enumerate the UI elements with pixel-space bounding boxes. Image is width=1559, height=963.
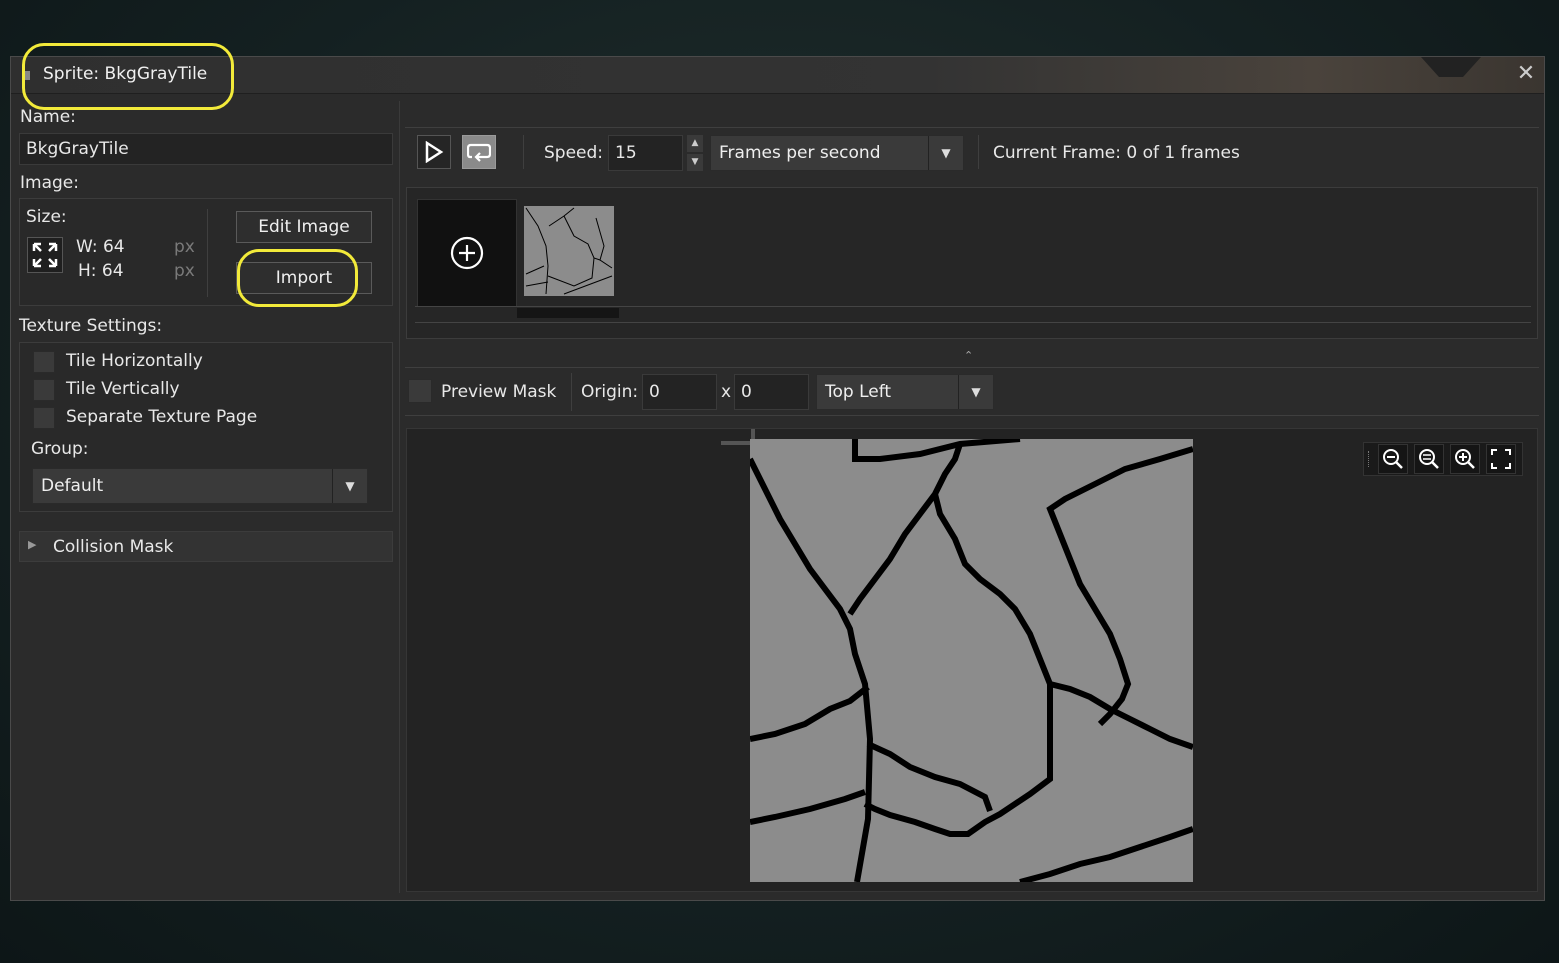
zoom-toolbar bbox=[1363, 442, 1523, 476]
texture-settings-label: Texture Settings: bbox=[19, 316, 163, 336]
origin-x-input[interactable]: 0 bbox=[642, 374, 717, 410]
chevron-down-icon[interactable]: ▼ bbox=[332, 469, 367, 503]
chevron-up-icon[interactable]: ▲ bbox=[687, 135, 703, 152]
speed-unit-value: Frames per second bbox=[719, 143, 881, 163]
speed-label: Speed: bbox=[544, 143, 604, 163]
size-label: Size: bbox=[26, 207, 67, 227]
tile-horizontally-checkbox[interactable] bbox=[33, 351, 55, 373]
sprite-editor-window: Sprite: BkgGrayTile ✕ Name: BkgGrayTile … bbox=[10, 56, 1545, 901]
title-notch bbox=[1421, 57, 1481, 77]
add-frame-button[interactable] bbox=[417, 199, 517, 307]
preview-mask-label: Preview Mask bbox=[441, 382, 557, 402]
chevron-down-icon[interactable]: ▼ bbox=[687, 154, 703, 171]
fit-to-screen-icon[interactable] bbox=[1486, 444, 1516, 474]
title-bar[interactable]: Sprite: BkgGrayTile ✕ bbox=[11, 57, 1544, 94]
origin-label: Origin: bbox=[581, 382, 639, 402]
mask-bar-bottom-line bbox=[405, 415, 1539, 416]
grip-icon[interactable] bbox=[1368, 451, 1372, 467]
play-button[interactable] bbox=[417, 135, 451, 169]
chevron-down-icon[interactable]: ▼ bbox=[928, 136, 963, 170]
speed-input[interactable]: 15 bbox=[608, 135, 683, 171]
current-frame-label: Current Frame: 0 of 1 frames bbox=[993, 143, 1240, 163]
toolbar-divider-1 bbox=[523, 135, 524, 169]
timeline-line bbox=[415, 306, 1531, 307]
name-label: Name: bbox=[20, 107, 76, 127]
sprite-canvas[interactable] bbox=[406, 428, 1538, 892]
origin-preset-value: Top Left bbox=[825, 382, 892, 402]
toolbar-top-line bbox=[405, 127, 1539, 128]
group-dropdown[interactable]: Default ▼ bbox=[32, 468, 368, 504]
speed-unit-dropdown[interactable]: Frames per second ▼ bbox=[710, 135, 964, 171]
image-label: Image: bbox=[20, 173, 79, 193]
collision-mask-label: Collision Mask bbox=[53, 537, 174, 557]
loop-button[interactable] bbox=[462, 135, 496, 169]
timeline-playhead[interactable] bbox=[517, 308, 619, 318]
name-input[interactable]: BkgGrayTile bbox=[19, 133, 393, 165]
sprite-image bbox=[747, 436, 1194, 885]
mask-bar-divider bbox=[571, 373, 572, 411]
frame-strip bbox=[406, 187, 1538, 339]
edit-image-button[interactable]: Edit Image bbox=[236, 211, 372, 243]
frame-thumbnail[interactable] bbox=[524, 206, 614, 296]
origin-y-input[interactable]: 0 bbox=[734, 374, 809, 410]
plus-circle-icon bbox=[450, 236, 484, 270]
collision-mask-section[interactable]: ▶ Collision Mask bbox=[19, 531, 393, 562]
width-readout: W: 64 bbox=[76, 237, 125, 257]
origin-x-separator: x bbox=[721, 382, 732, 402]
separate-texture-page-label: Separate Texture Page bbox=[66, 407, 258, 427]
height-unit: px bbox=[174, 261, 195, 281]
texture-settings-panel: Tile Horizontally Tile Vertically Separa… bbox=[19, 342, 393, 512]
width-unit: px bbox=[174, 237, 195, 257]
import-highlight-annotation bbox=[237, 249, 358, 307]
size-divider bbox=[207, 209, 208, 297]
tile-vertically-label: Tile Vertically bbox=[66, 379, 180, 399]
collapse-up-icon[interactable]: ⌃ bbox=[964, 349, 973, 362]
height-readout: H: 64 bbox=[78, 261, 124, 281]
zoom-in-icon[interactable] bbox=[1450, 444, 1480, 474]
tile-vertically-checkbox[interactable] bbox=[33, 379, 55, 401]
zoom-out-icon[interactable] bbox=[1414, 444, 1444, 474]
separate-texture-page-checkbox[interactable] bbox=[33, 407, 55, 429]
close-icon[interactable]: ✕ bbox=[1516, 63, 1536, 85]
panel-divider[interactable] bbox=[399, 101, 400, 893]
title-highlight-annotation bbox=[22, 43, 234, 110]
group-label: Group: bbox=[31, 439, 89, 459]
origin-preset-dropdown[interactable]: Top Left ▼ bbox=[816, 374, 994, 410]
chevron-down-icon[interactable]: ▼ bbox=[958, 375, 993, 409]
expand-arrow-icon[interactable]: ▶ bbox=[28, 538, 36, 551]
timeline-ruler bbox=[415, 322, 1531, 323]
tile-horizontally-label: Tile Horizontally bbox=[66, 351, 203, 371]
mask-bar-top-line bbox=[405, 367, 1539, 368]
group-dropdown-value: Default bbox=[41, 476, 104, 496]
zoom-reset-icon[interactable] bbox=[1378, 444, 1408, 474]
toolbar-divider-2 bbox=[978, 135, 979, 169]
preview-mask-checkbox[interactable] bbox=[408, 379, 432, 403]
speed-stepper[interactable]: ▲ ▼ bbox=[687, 135, 703, 171]
resize-icon[interactable] bbox=[27, 237, 63, 273]
